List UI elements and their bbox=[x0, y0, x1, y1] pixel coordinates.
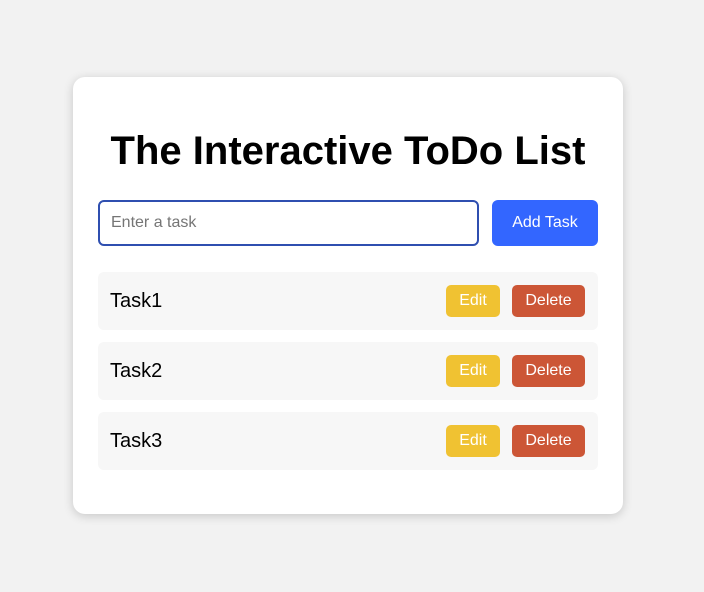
add-task-button[interactable]: Add Task bbox=[492, 200, 598, 246]
task-item: Task2 Edit Delete bbox=[98, 342, 598, 400]
task-actions: Edit Delete bbox=[446, 425, 585, 457]
todo-card: The Interactive ToDo List Add Task Task1… bbox=[73, 77, 623, 514]
delete-button[interactable]: Delete bbox=[512, 355, 585, 387]
task-actions: Edit Delete bbox=[446, 285, 585, 317]
delete-button[interactable]: Delete bbox=[512, 425, 585, 457]
task-item: Task1 Edit Delete bbox=[98, 272, 598, 330]
task-list: Task1 Edit Delete Task2 Edit Delete Task… bbox=[98, 272, 598, 470]
edit-button[interactable]: Edit bbox=[446, 355, 500, 387]
page-title: The Interactive ToDo List bbox=[110, 129, 586, 173]
task-actions: Edit Delete bbox=[446, 355, 585, 387]
task-input[interactable] bbox=[98, 200, 479, 246]
edit-button[interactable]: Edit bbox=[446, 425, 500, 457]
task-text: Task1 bbox=[110, 289, 163, 312]
task-text: Task3 bbox=[110, 429, 163, 452]
task-input-row: Add Task bbox=[98, 200, 598, 246]
task-text: Task2 bbox=[110, 359, 163, 382]
task-item: Task3 Edit Delete bbox=[98, 412, 598, 470]
delete-button[interactable]: Delete bbox=[512, 285, 585, 317]
edit-button[interactable]: Edit bbox=[446, 285, 500, 317]
